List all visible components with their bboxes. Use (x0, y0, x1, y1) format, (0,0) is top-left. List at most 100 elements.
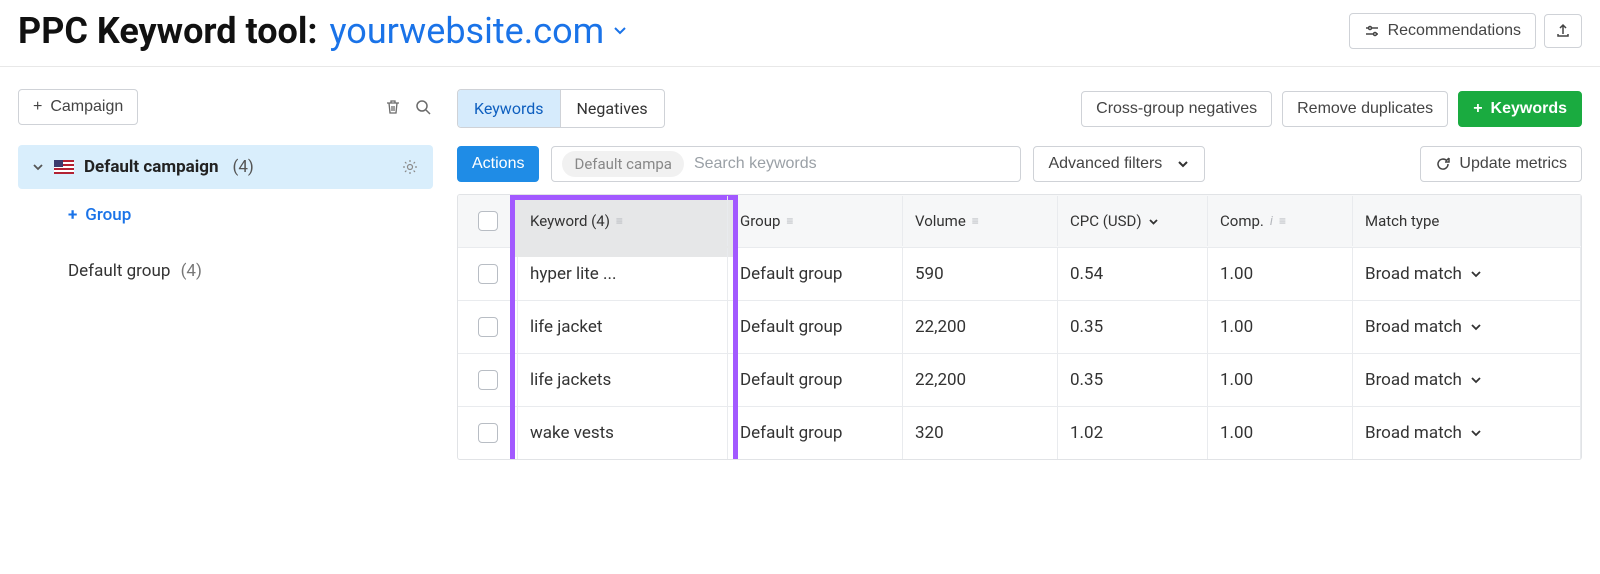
update-metrics-button[interactable]: Update metrics (1420, 146, 1582, 182)
cell-volume: 22,200 (903, 354, 1058, 406)
refresh-icon (1435, 156, 1451, 172)
col-keyword-label: Keyword (4) (530, 212, 610, 230)
col-group[interactable]: Group ≡ (728, 196, 903, 246)
col-group-label: Group (740, 212, 780, 230)
export-button[interactable] (1544, 14, 1582, 48)
campaign-row[interactable]: Default campaign (4) (18, 145, 433, 189)
table-row: hyper lite ... Default group 590 0.54 1.… (458, 247, 1581, 300)
advanced-filters-label: Advanced filters (1048, 155, 1162, 173)
cell-volume: 320 (903, 407, 1058, 459)
match-type-label: Broad match (1365, 370, 1462, 390)
cell-match-type[interactable]: Broad match (1353, 407, 1581, 459)
add-keywords-label: Keywords (1491, 100, 1567, 118)
add-keywords-button[interactable]: + Keywords (1458, 91, 1582, 127)
info-icon: i (1270, 214, 1273, 229)
tab-keywords[interactable]: Keywords (458, 90, 561, 127)
match-type-label: Broad match (1365, 317, 1462, 337)
cell-keyword[interactable]: life jackets (518, 354, 728, 406)
col-match[interactable]: Match type (1353, 196, 1581, 246)
cell-comp: 1.00 (1208, 248, 1353, 300)
chevron-down-icon (1470, 427, 1482, 439)
add-group-label: Group (85, 205, 131, 225)
plus-icon: + (1473, 100, 1482, 118)
row-checkbox[interactable] (478, 423, 498, 443)
remove-duplicates-button[interactable]: Remove duplicates (1282, 91, 1448, 127)
plus-icon: + (33, 98, 42, 116)
search-chip[interactable]: Default campa (562, 151, 683, 177)
site-name: yourwebsite.com (330, 10, 605, 52)
col-keyword[interactable]: Keyword (4) ≡ (518, 196, 728, 246)
campaign-count: (4) (233, 157, 254, 177)
cell-cpc: 0.35 (1058, 354, 1208, 406)
sliders-icon (1364, 23, 1380, 39)
site-selector[interactable]: yourwebsite.com (330, 10, 629, 52)
cell-cpc: 0.54 (1058, 248, 1208, 300)
chevron-down-icon (1176, 157, 1190, 171)
cell-group: Default group (728, 407, 903, 459)
trash-icon[interactable] (383, 97, 403, 117)
content: Keywords Negatives Cross-group negatives… (457, 89, 1582, 460)
match-type-label: Broad match (1365, 264, 1462, 284)
cell-volume: 22,200 (903, 301, 1058, 353)
select-all-checkbox[interactable] (478, 211, 498, 231)
us-flag-icon (54, 160, 74, 174)
keywords-negatives-tabs: Keywords Negatives (457, 89, 665, 128)
recommendations-button[interactable]: Recommendations (1349, 13, 1536, 49)
sort-icon: ≡ (1279, 214, 1286, 228)
row-checkbox[interactable] (478, 370, 498, 390)
search-input[interactable] (692, 154, 1011, 174)
gear-icon[interactable] (401, 158, 419, 176)
chevron-down-icon (32, 161, 44, 173)
cell-cpc: 1.02 (1058, 407, 1208, 459)
cell-volume: 590 (903, 248, 1058, 300)
cell-group: Default group (728, 248, 903, 300)
match-type-label: Broad match (1365, 423, 1462, 443)
sidebar-group-item[interactable]: Default group (4) (18, 237, 433, 293)
col-cpc-label: CPC (USD) (1070, 212, 1142, 230)
page-header: PPC Keyword tool: yourwebsite.com Recomm… (0, 0, 1600, 67)
chevron-down-icon (1470, 321, 1482, 333)
chevron-down-icon (1470, 268, 1482, 280)
row-checkbox[interactable] (478, 317, 498, 337)
row-checkbox[interactable] (478, 264, 498, 284)
sidebar: + Campaign Default campaign (4) (18, 89, 433, 460)
update-metrics-label: Update metrics (1459, 155, 1567, 173)
recommendations-label: Recommendations (1388, 22, 1521, 40)
group-name: Default group (68, 261, 170, 281)
actions-button[interactable]: Actions (457, 146, 539, 182)
cell-keyword[interactable]: hyper lite ... (518, 248, 728, 300)
table-header-row: Keyword (4) ≡ Group ≡ Volume ≡ CPC (USD)… (458, 195, 1581, 247)
tab-negatives[interactable]: Negatives (561, 90, 664, 127)
cell-keyword[interactable]: wake vests (518, 407, 728, 459)
col-cpc[interactable]: CPC (USD) (1058, 196, 1208, 246)
search-icon[interactable] (413, 97, 433, 117)
cell-comp: 1.00 (1208, 301, 1353, 353)
chevron-down-icon (1148, 216, 1159, 227)
cell-match-type[interactable]: Broad match (1353, 354, 1581, 406)
sort-icon: ≡ (972, 214, 979, 228)
add-group-button[interactable]: + Group (18, 189, 433, 237)
col-comp[interactable]: Comp. i ≡ (1208, 196, 1353, 246)
chevron-down-icon (1470, 374, 1482, 386)
col-match-label: Match type (1365, 212, 1439, 230)
campaign-name: Default campaign (84, 157, 219, 177)
cell-comp: 1.00 (1208, 354, 1353, 406)
col-volume[interactable]: Volume ≡ (903, 196, 1058, 246)
chevron-down-icon (612, 23, 628, 39)
sort-icon: ≡ (786, 214, 793, 228)
cell-keyword[interactable]: life jacket (518, 301, 728, 353)
export-icon (1555, 23, 1571, 39)
cell-group: Default group (728, 301, 903, 353)
cell-comp: 1.00 (1208, 407, 1353, 459)
sort-icon: ≡ (616, 214, 623, 228)
col-comp-label: Comp. (1220, 212, 1264, 230)
cell-cpc: 0.35 (1058, 301, 1208, 353)
cell-match-type[interactable]: Broad match (1353, 301, 1581, 353)
keyword-search[interactable]: Default campa (551, 146, 1021, 182)
advanced-filters-button[interactable]: Advanced filters (1033, 146, 1205, 182)
cross-group-negatives-button[interactable]: Cross-group negatives (1081, 91, 1272, 127)
add-campaign-button[interactable]: + Campaign (18, 89, 138, 125)
plus-icon: + (68, 205, 77, 225)
cell-match-type[interactable]: Broad match (1353, 248, 1581, 300)
group-count: (4) (181, 261, 202, 281)
